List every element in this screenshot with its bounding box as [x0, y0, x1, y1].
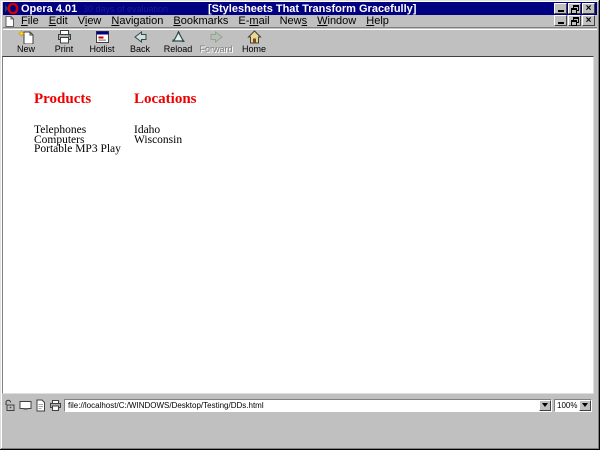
chevron-down-icon — [582, 403, 588, 410]
hotlist-icon — [94, 30, 111, 44]
child-restore-button[interactable] — [568, 15, 581, 26]
menu-edit[interactable]: Edit — [49, 15, 68, 27]
back-button[interactable]: Back — [121, 30, 159, 56]
menu-email[interactable]: E-mail — [238, 15, 269, 27]
menu-help[interactable]: Help — [366, 15, 389, 27]
statusbar: file://localhost/C:/WINDOWS/Desktop/Test… — [2, 397, 594, 413]
window-controls: × — [554, 3, 595, 14]
restore-icon — [571, 5, 579, 13]
address-dropdown-button[interactable] — [539, 400, 551, 411]
reload-icon — [170, 30, 187, 44]
restore-icon — [571, 17, 579, 25]
forward-arrow-icon — [208, 30, 225, 44]
menu-bookmarks[interactable]: Bookmarks — [173, 15, 228, 27]
evaluation-text: 30 days of evaluation — [83, 4, 168, 14]
home-button[interactable]: Home — [235, 30, 273, 56]
products-heading: Products — [34, 91, 121, 108]
new-document-icon — [18, 30, 35, 44]
titlebar[interactable]: Opera 4.01 30 days of evaluation [Styles… — [3, 2, 597, 15]
opera-window: Opera 4.01 30 days of evaluation [Styles… — [0, 0, 600, 450]
printer-icon — [56, 30, 73, 44]
minimize-button[interactable] — [554, 3, 567, 14]
forward-button: Forward — [197, 30, 235, 56]
menu-view[interactable]: View — [78, 15, 102, 27]
child-close-button[interactable]: × — [582, 15, 595, 26]
monitor-icon[interactable] — [19, 399, 32, 412]
window-bottom-area — [3, 414, 597, 447]
child-window-controls: × — [554, 15, 595, 26]
locations-column: Locations Idaho Wisconsin — [134, 91, 197, 145]
toolbar: New Print Hotlist Back — [3, 29, 597, 56]
hotlist-button[interactable]: Hotlist — [83, 30, 121, 56]
list-item: Portable MP3 Play — [34, 145, 121, 155]
locations-list: Idaho Wisconsin — [134, 126, 197, 145]
products-list: Telephones Computers Portable MP3 Play — [34, 126, 121, 155]
home-icon — [246, 30, 263, 44]
reload-button[interactable]: Reload — [159, 30, 197, 56]
menu-news[interactable]: News — [280, 15, 308, 27]
new-button[interactable]: New — [7, 30, 45, 56]
printer-icon[interactable] — [49, 399, 62, 412]
minimize-icon — [558, 10, 564, 12]
close-icon: × — [586, 5, 592, 13]
zoom-dropdown-button[interactable] — [579, 400, 591, 411]
close-icon: × — [586, 17, 592, 25]
child-minimize-button[interactable] — [554, 15, 567, 26]
padlock-open-icon[interactable] — [4, 399, 17, 412]
document-title: [Stylesheets That Transform Gracefully] — [208, 3, 416, 15]
address-field[interactable]: file://localhost/C:/WINDOWS/Desktop/Test… — [64, 399, 552, 412]
zoom-value: 100% — [557, 401, 577, 410]
products-column: Products Telephones Computers Portable M… — [34, 91, 121, 155]
document-icon[interactable] — [34, 399, 47, 412]
print-button[interactable]: Print — [45, 30, 83, 56]
minimize-icon — [558, 22, 564, 24]
back-arrow-icon — [132, 30, 149, 44]
list-item: Wisconsin — [134, 136, 197, 146]
locations-heading: Locations — [134, 91, 197, 108]
app-title: Opera 4.01 — [21, 3, 77, 15]
menubar: File Edit View Navigation Bookmarks E-ma… — [3, 15, 597, 28]
restore-button[interactable] — [568, 3, 581, 14]
menu-window[interactable]: Window — [317, 15, 356, 27]
child-window-icon[interactable] — [4, 16, 15, 27]
page-content: Products Telephones Computers Portable M… — [2, 56, 594, 394]
opera-logo-icon — [4, 3, 19, 14]
chevron-down-icon — [542, 403, 548, 410]
close-button[interactable]: × — [582, 3, 595, 14]
menu-navigation[interactable]: Navigation — [111, 15, 163, 27]
address-text: file://localhost/C:/WINDOWS/Desktop/Test… — [68, 401, 264, 410]
menu-file[interactable]: File — [21, 15, 39, 27]
zoom-select[interactable]: 100% — [554, 399, 592, 412]
